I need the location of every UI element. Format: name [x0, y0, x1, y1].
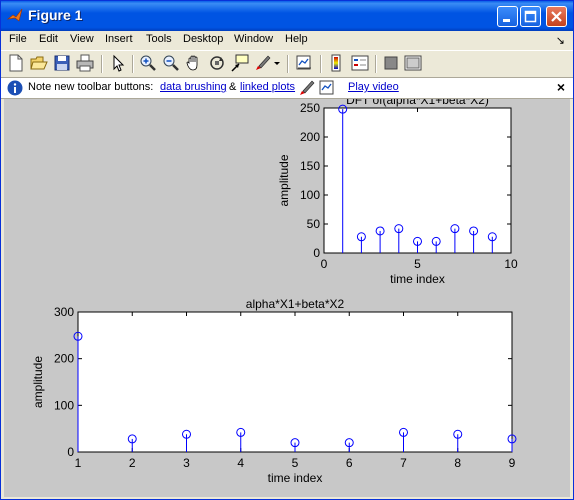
y-tick-label: 300 [54, 305, 74, 319]
menu-tools[interactable]: Tools [146, 33, 172, 45]
y-tick-label: 0 [313, 246, 320, 260]
y-tick-label: 100 [54, 398, 74, 412]
print-icon[interactable] [76, 54, 94, 72]
menu-desktop[interactable]: Desktop [183, 33, 223, 45]
title-bar[interactable]: Figure 1 [1, 1, 573, 31]
window-title: Figure 1 [28, 7, 83, 23]
x-tick-label: 0 [321, 257, 328, 271]
toolbar-separator [375, 55, 377, 73]
link-plot-icon[interactable] [295, 54, 313, 72]
data-cursor-icon[interactable] [231, 54, 249, 72]
info-close-icon[interactable]: × [557, 79, 565, 95]
hide-tools-icon[interactable] [382, 54, 400, 72]
info-message: Note new toolbar buttons: [28, 81, 154, 93]
minimize-button[interactable] [497, 6, 518, 27]
dropdown-arrow-icon[interactable] [272, 54, 282, 72]
info-bar: Note new toolbar buttons: data brushing … [1, 78, 573, 99]
pointer-icon[interactable] [109, 54, 127, 72]
show-tools-icon[interactable] [404, 54, 422, 72]
x-axis-label: time index [390, 272, 445, 286]
data-brushing-link[interactable]: data brushing [160, 81, 227, 93]
figure-toolbar [1, 50, 573, 78]
toolbar-separator [320, 55, 322, 73]
maximize-button[interactable] [520, 6, 541, 27]
y-tick-label: 200 [54, 352, 74, 366]
y-tick-label: 0 [67, 445, 74, 459]
close-icon [551, 11, 562, 22]
figure-window: Figure 1 File Edit View Insert Tools Des… [0, 0, 574, 500]
menu-window[interactable]: Window [234, 33, 273, 45]
y-tick-label: 50 [307, 217, 321, 231]
y-tick-label: 150 [300, 159, 320, 173]
y-tick-label: 100 [300, 188, 320, 202]
x-tick-label: 6 [346, 456, 353, 470]
x-tick-label: 1 [75, 456, 82, 470]
chart-title: DFT of(alpha*X1+beta*X2) [346, 99, 489, 107]
x-tick-label: 7 [400, 456, 407, 470]
x-tick-label: 5 [414, 257, 421, 271]
menu-view[interactable]: View [70, 33, 94, 45]
x-tick-label: 5 [292, 456, 299, 470]
brush-icon [300, 80, 315, 95]
play-video-link[interactable]: Play video [348, 81, 399, 93]
menu-help[interactable]: Help [285, 33, 308, 45]
x-axis-label: time index [268, 471, 323, 485]
figure-canvas: DFT of(alpha*X1+beta*X2) 0 5 10 0 50 100 150 200… [4, 99, 570, 497]
y-tick-label: 250 [300, 101, 320, 115]
y-axis-label: amplitude [31, 356, 45, 408]
x-tick-label: 8 [454, 456, 461, 470]
info-ampersand: & [229, 81, 237, 93]
x-tick-label: 9 [509, 456, 516, 470]
colorbar-icon[interactable] [328, 54, 346, 72]
legend-icon[interactable] [351, 54, 369, 72]
linked-plots-link[interactable]: linked plots [240, 81, 295, 93]
rotate-3d-icon[interactable] [208, 54, 226, 72]
x-tick-label: 10 [504, 257, 518, 271]
toolbar-separator [287, 55, 289, 73]
matlab-logo-icon [7, 8, 23, 22]
x-tick-label: 2 [129, 456, 136, 470]
menu-file[interactable]: File [9, 33, 27, 45]
minimize-icon [503, 19, 510, 22]
toolbar-separator [132, 55, 134, 73]
toolbar-separator [101, 55, 103, 73]
axes-box [77, 311, 513, 453]
menu-dock-arrow-icon[interactable]: ↘ [556, 34, 565, 47]
x-tick-label: 3 [183, 456, 190, 470]
info-icon [7, 80, 23, 96]
zoom-in-icon[interactable] [139, 54, 157, 72]
menu-insert[interactable]: Insert [105, 33, 133, 45]
y-axis-label: amplitude [277, 154, 291, 206]
menu-bar: File Edit View Insert Tools Desktop Wind… [1, 31, 573, 50]
y-tick-label: 200 [300, 130, 320, 144]
zoom-out-icon[interactable] [162, 54, 180, 72]
open-file-icon[interactable] [30, 54, 48, 72]
plot-area: DFT of(alpha*X1+beta*X2)0 5 10050100150200… [31, 99, 518, 485]
close-button[interactable] [546, 6, 567, 27]
new-figure-icon[interactable] [7, 54, 25, 72]
pan-hand-icon[interactable] [185, 54, 203, 72]
menu-edit[interactable]: Edit [39, 33, 58, 45]
axes-box [323, 107, 512, 254]
brush-icon[interactable] [254, 54, 272, 72]
link-plot-icon [319, 80, 334, 95]
x-tick-label: 4 [237, 456, 244, 470]
chart-title: alpha*X1+beta*X2 [246, 297, 345, 311]
save-icon[interactable] [53, 54, 71, 72]
maximize-icon [524, 10, 537, 23]
